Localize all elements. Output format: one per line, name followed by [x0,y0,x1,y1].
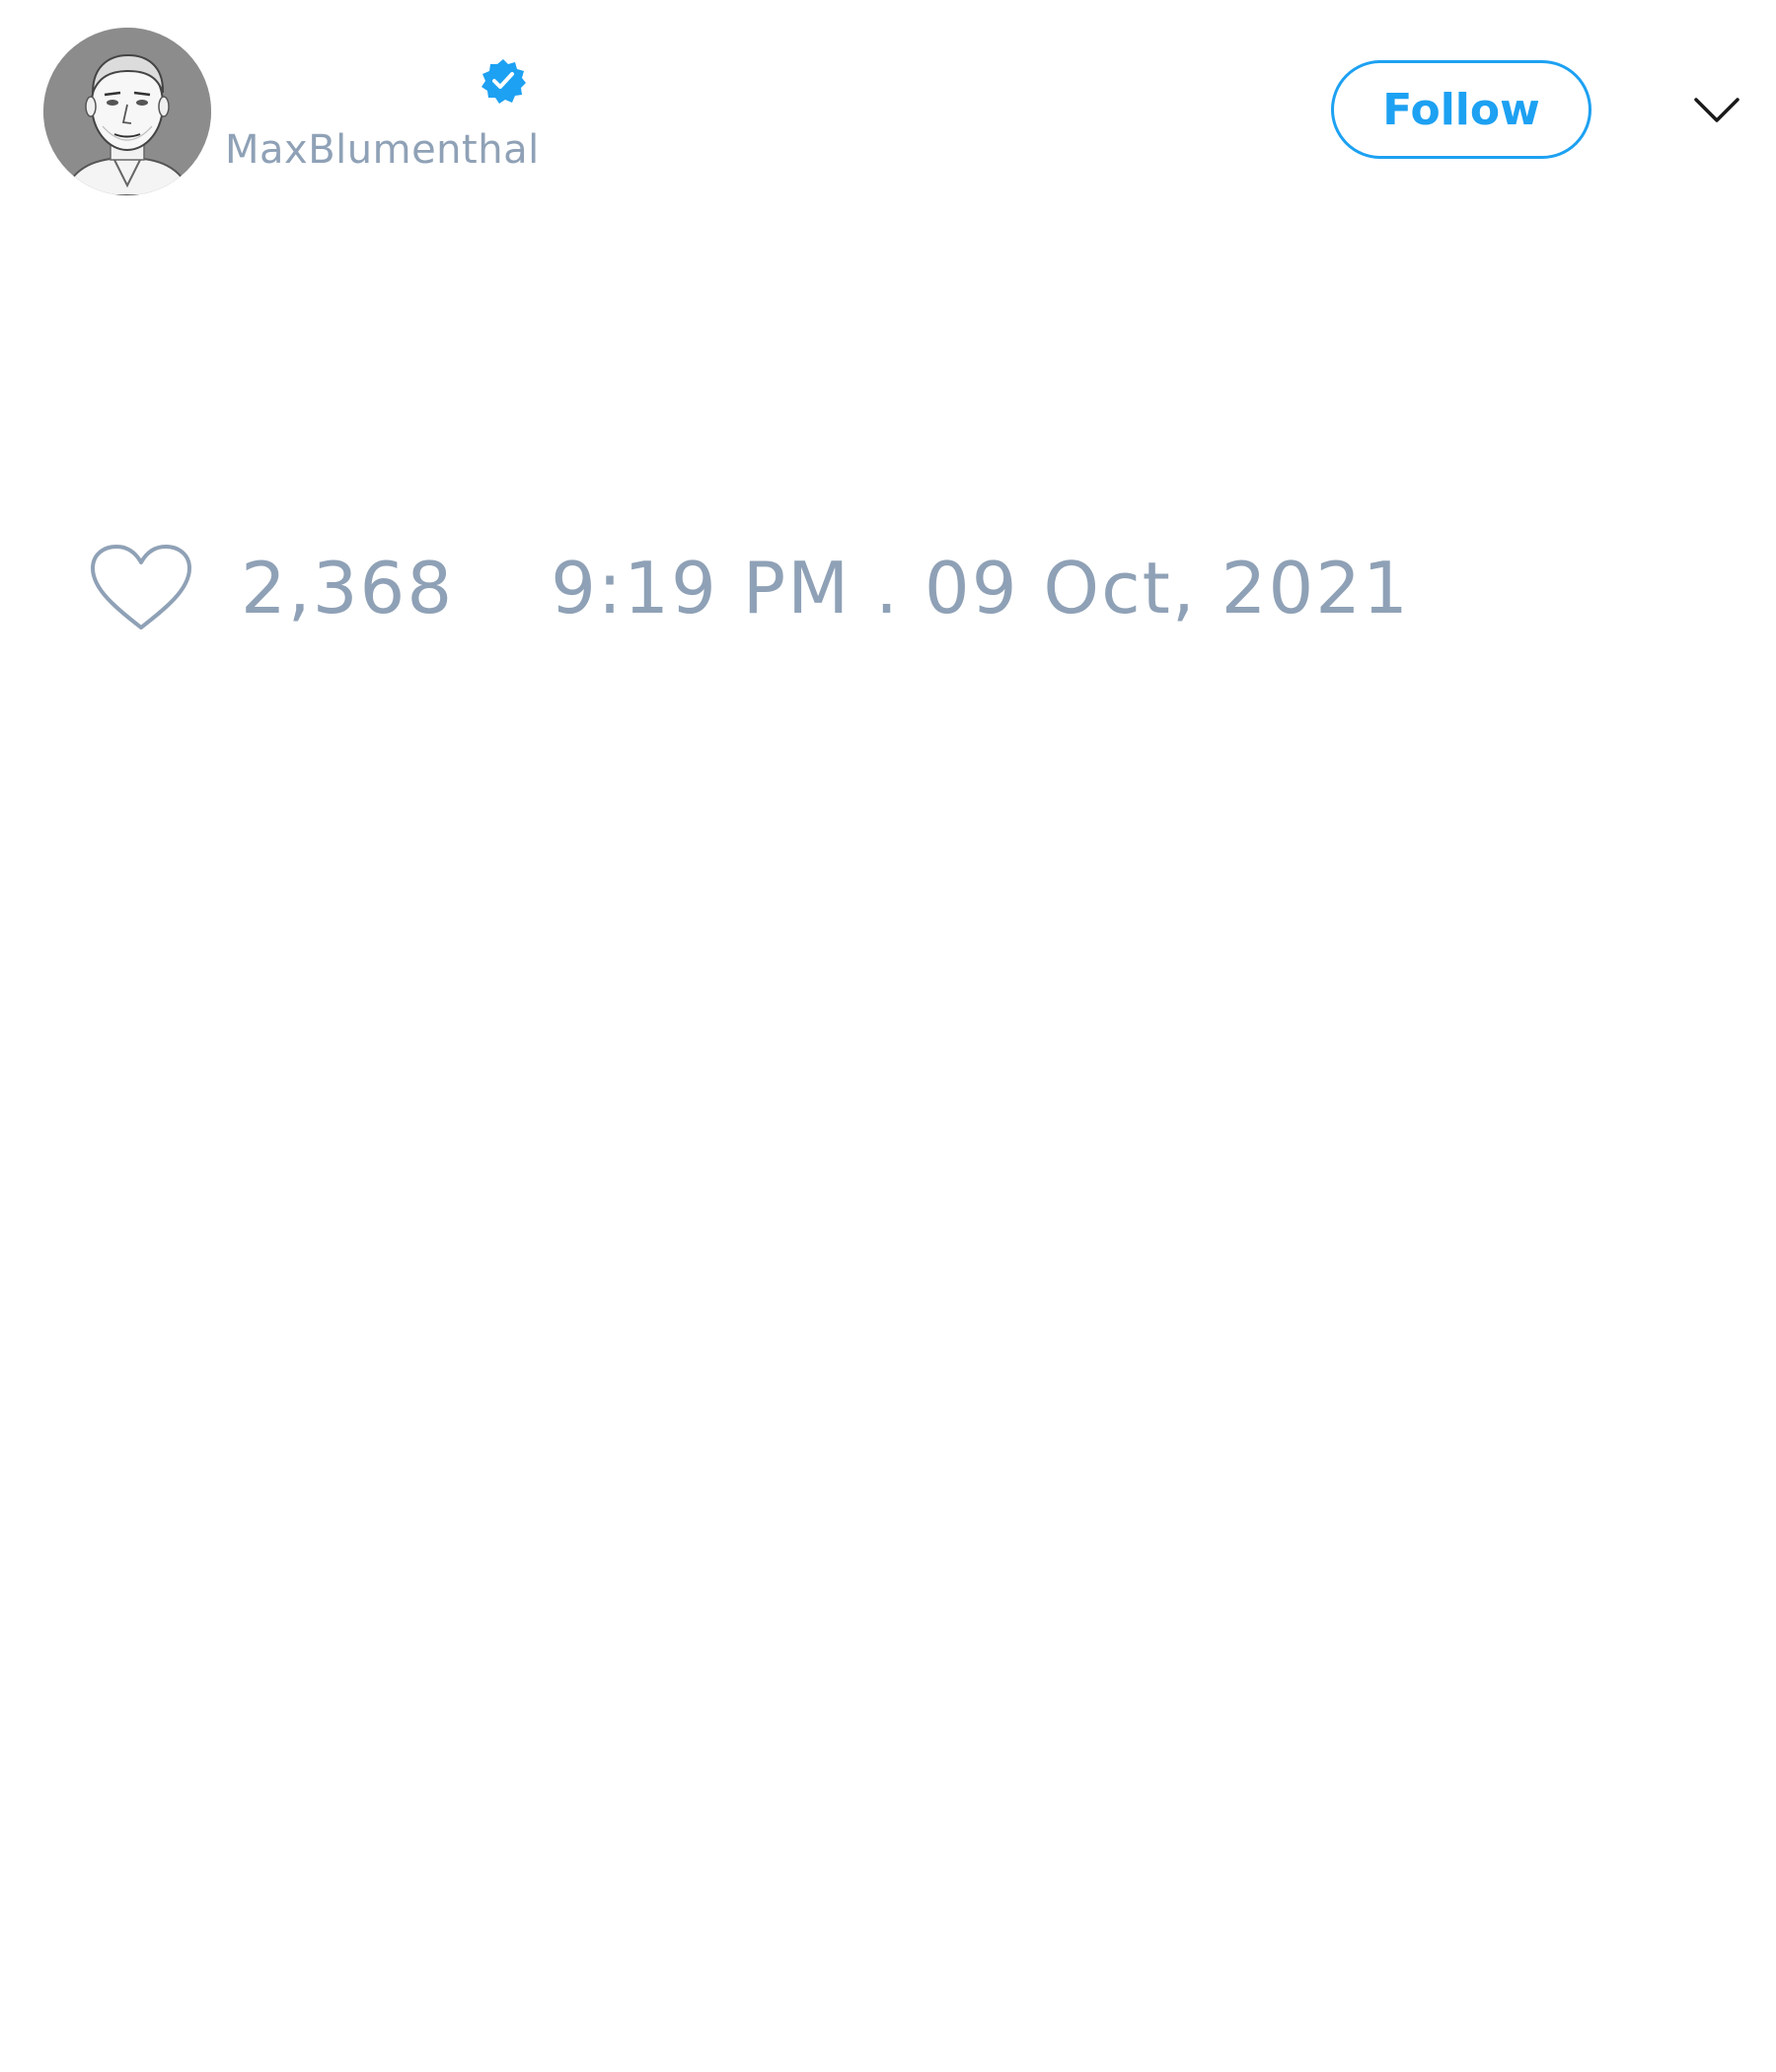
tweet-footer: 2,368 9:19 PM . 09 Oct, 2021 [87,541,1410,635]
like-button[interactable] [87,541,195,635]
tweet-card: MaxBlumenthal Follow 2,368 9:19 PM . 09 … [0,0,1776,2072]
verified-badge-icon [480,57,527,105]
author-handle[interactable]: MaxBlumenthal [225,126,540,174]
avatar-portrait-icon [43,28,211,195]
tweet-timestamp[interactable]: 9:19 PM . 09 Oct, 2021 [551,547,1410,629]
follow-button[interactable]: Follow [1331,60,1591,159]
heart-outline-icon [91,545,191,629]
chevron-down-icon [1694,98,1739,122]
more-options-button[interactable] [1689,87,1744,134]
like-count: 2,368 [241,547,455,629]
avatar[interactable] [43,28,211,195]
